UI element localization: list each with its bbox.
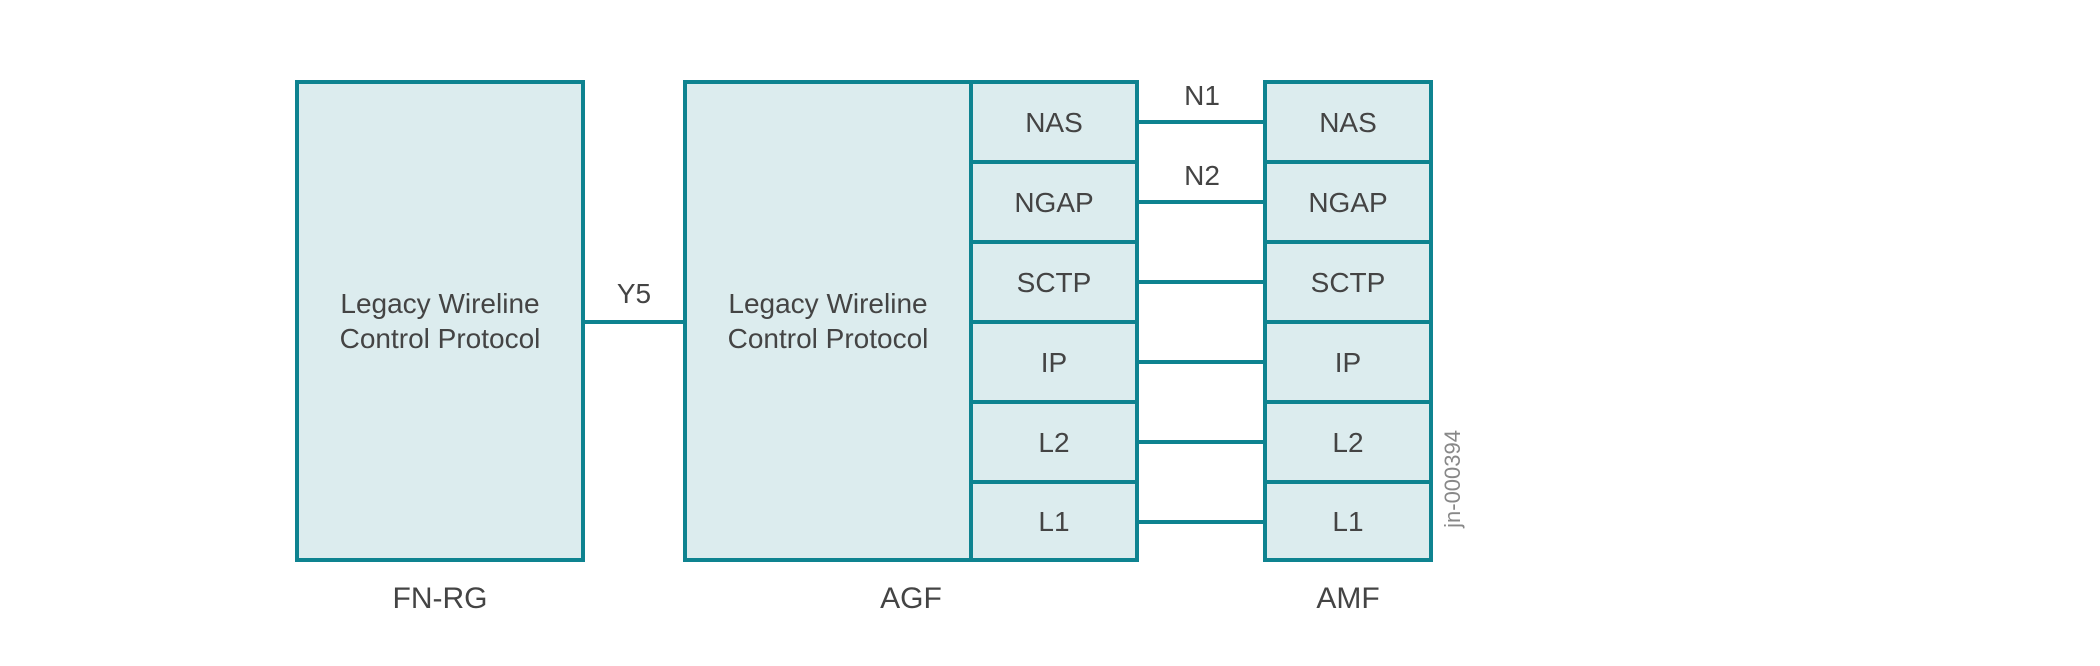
- amf-stack-1: NGAP: [1263, 160, 1433, 244]
- figure-id: jn-000394: [1440, 430, 1466, 528]
- agf-stack-1-label: NGAP: [1014, 185, 1093, 220]
- conn-ngap: [1139, 200, 1265, 204]
- y5-label: Y5: [585, 278, 683, 310]
- amf-stack-5: L1: [1263, 480, 1433, 562]
- fnrg-box-label: Legacy WirelineControl Protocol: [340, 286, 541, 356]
- conn-l1: [1139, 520, 1265, 524]
- conn-sctp: [1139, 280, 1265, 284]
- amf-title: AMF: [1263, 582, 1433, 616]
- conn-l2: [1139, 440, 1265, 444]
- agf-stack-5-label: L1: [1038, 504, 1069, 539]
- agf-stack-0: NAS: [969, 80, 1139, 164]
- agf-stack-1: NGAP: [969, 160, 1139, 244]
- agf-title: AGF: [683, 582, 1139, 616]
- agf-left-box-label: Legacy WirelineControl Protocol: [728, 286, 929, 356]
- amf-stack-0: NAS: [1263, 80, 1433, 164]
- amf-stack-2: SCTP: [1263, 240, 1433, 324]
- n1-label: N1: [1139, 80, 1265, 112]
- agf-stack-5: L1: [969, 480, 1139, 562]
- agf-stack-4-label: L2: [1038, 425, 1069, 460]
- fnrg-box: Legacy WirelineControl Protocol: [295, 80, 585, 562]
- amf-stack-3: IP: [1263, 320, 1433, 404]
- amf-stack-4: L2: [1263, 400, 1433, 484]
- conn-nas: [1139, 120, 1265, 124]
- amf-stack-5-label: L1: [1332, 504, 1363, 539]
- agf-stack-3: IP: [969, 320, 1139, 404]
- n2-label: N2: [1139, 160, 1265, 192]
- diagram-canvas: Legacy WirelineControl Protocol FN-RG Y5…: [0, 0, 2100, 666]
- agf-stack-2: SCTP: [969, 240, 1139, 324]
- agf-stack-0-label: NAS: [1025, 105, 1083, 140]
- agf-stack-4: L2: [969, 400, 1139, 484]
- amf-stack-4-label: L2: [1332, 425, 1363, 460]
- y5-connector: [585, 320, 683, 324]
- amf-stack-1-label: NGAP: [1308, 185, 1387, 220]
- agf-left-box: Legacy WirelineControl Protocol: [683, 80, 973, 562]
- agf-stack-3-label: IP: [1041, 345, 1067, 380]
- amf-stack-0-label: NAS: [1319, 105, 1377, 140]
- agf-stack-2-label: SCTP: [1017, 265, 1092, 300]
- amf-stack-3-label: IP: [1335, 345, 1361, 380]
- amf-stack-2-label: SCTP: [1311, 265, 1386, 300]
- conn-ip: [1139, 360, 1265, 364]
- fnrg-title: FN-RG: [295, 582, 585, 616]
